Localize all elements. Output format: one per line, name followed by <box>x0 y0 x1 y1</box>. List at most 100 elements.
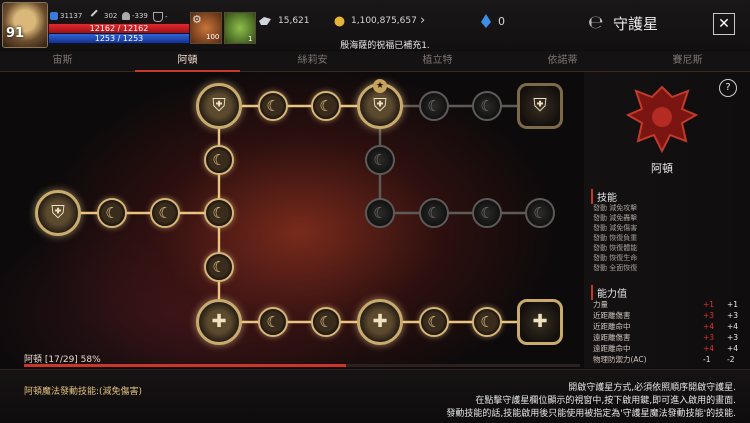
guardian-star-emblem-icon: ℮ <box>588 12 604 33</box>
crescent-moon-icon: ☾ <box>427 313 441 331</box>
tab-yinuodi[interactable]: 依諾蒂 <box>500 51 625 71</box>
blue-gem-icon <box>481 14 491 28</box>
close-button[interactable]: ✕ <box>713 13 735 35</box>
guardian-node-active[interactable]: ☾ <box>419 307 449 337</box>
stat-item-c: -339 <box>122 12 148 20</box>
gem-currency: 0 <box>480 10 520 32</box>
guardian-node-locked[interactable]: ☾ <box>365 145 395 175</box>
tab-saynis[interactable]: 賽尼斯 <box>625 51 750 71</box>
mp-bar: 1253 / 1253 <box>48 33 190 44</box>
guardian-node-major-locked[interactable]: ⛨ <box>517 83 563 129</box>
stat-value-b: 302 <box>104 12 118 20</box>
crescent-moon-icon: ☾ <box>373 151 387 169</box>
stat-value: +3 <box>727 311 739 320</box>
guardian-node-major[interactable]: ✚ <box>357 299 403 345</box>
guardian-node-active[interactable]: ☾ <box>97 198 127 228</box>
crescent-moon-icon: ☾ <box>105 204 119 222</box>
top-status-bar: 91 31137 302 -339 - 12162 / 12162 1253 /… <box>0 0 750 51</box>
guardian-node-locked[interactable]: ☾ <box>365 198 395 228</box>
shield-emblem-icon: ⛨ <box>533 95 547 116</box>
stat-value: +4 <box>727 322 739 331</box>
guardian-node-locked[interactable]: ☾ <box>525 198 555 228</box>
trophy-icon <box>153 12 163 22</box>
sword-icon <box>90 9 104 23</box>
crescent-moon-icon: ☾ <box>373 204 387 222</box>
stat-diff: -1 <box>703 355 711 364</box>
gold-coin-icon <box>334 16 345 26</box>
guardian-node-active[interactable]: ☾ <box>204 145 234 175</box>
crescent-moon-icon: ☾ <box>212 204 226 222</box>
quick-slot-potion-count: 100 <box>206 33 220 41</box>
crescent-moon-icon: ☾ <box>212 258 226 276</box>
crescent-moon-icon: ☾ <box>212 151 226 169</box>
instruction-line: 開啟守護星方式,必須依照順序開啟守護星. <box>568 383 736 393</box>
crescent-moon-icon: ☾ <box>158 204 172 222</box>
stat-diff: +4 <box>703 344 715 353</box>
guardian-node-active[interactable]: ☾ <box>311 91 341 121</box>
guardian-node-locked[interactable]: ☾ <box>419 91 449 121</box>
gold-amount: 1,100,875,657 <box>351 16 417 26</box>
guardian-node-locked[interactable]: ☾ <box>419 198 449 228</box>
stat-name: 近距離命中 <box>593 322 631 331</box>
stat-name: 物理防禦力(AC) <box>593 355 647 364</box>
skill-item: 發動 恢復體能 <box>593 244 638 252</box>
stat-diff: +3 <box>703 333 715 342</box>
help-icon[interactable]: ? <box>719 79 737 97</box>
crystal-currency: 15,621 <box>258 10 328 32</box>
cross-emblem-icon: ✚ <box>532 311 548 332</box>
crescent-moon-icon: ☾ <box>480 313 494 331</box>
guardian-node-active[interactable]: ☾ <box>204 198 234 228</box>
stat-diff: +4 <box>703 322 715 331</box>
crystal-amount: 15,621 <box>278 16 310 26</box>
guardian-node-active[interactable]: ☾ <box>258 307 288 337</box>
crystal-icon <box>259 17 271 25</box>
guardian-node-active[interactable]: ☾ <box>258 91 288 121</box>
guardian-node-locked[interactable]: ☾ <box>472 91 502 121</box>
stat-diff: +1 <box>703 300 715 309</box>
guardian-crest-icon <box>625 85 699 154</box>
crescent-moon-icon: ☾ <box>266 97 280 115</box>
skill-item: 發動 減免攻擊 <box>593 204 638 212</box>
cross-emblem-icon: ✚ <box>372 311 388 332</box>
stat-value-d: - <box>165 13 168 21</box>
window-title: 守護星 <box>613 15 659 33</box>
stat-item-d: - <box>153 12 168 22</box>
gear-icon[interactable]: ⚙ <box>192 13 202 26</box>
chevron-right-icon[interactable]: › <box>420 13 425 28</box>
progress-bar <box>24 364 580 367</box>
tab-zhilite[interactable]: 植立特 <box>375 51 500 71</box>
crescent-moon-icon: ☾ <box>266 313 280 331</box>
skill-item: 發動 全面恢復 <box>593 264 638 272</box>
tab-aden[interactable]: 阿頓 <box>125 51 250 72</box>
stat-item-b: 302 <box>90 9 118 23</box>
guardian-node-major[interactable]: ✚ <box>196 299 242 345</box>
guardian-node-major[interactable]: ⛨ <box>35 190 81 236</box>
hp-text: 12162 / 12162 <box>89 24 149 33</box>
guardian-node-active[interactable]: ☾ <box>150 198 180 228</box>
magic-skill-info: 阿頓魔法發動技能:(減免傷害) <box>24 387 143 397</box>
skills-section-title: 技能 <box>591 189 617 204</box>
skill-item: 發動 恢復負重 <box>593 234 638 242</box>
tab-zeus[interactable]: 宙斯 <box>0 51 125 71</box>
guardian-name: 阿頓 <box>651 162 673 175</box>
guardian-node-active[interactable]: ☾ <box>311 307 341 337</box>
stat-value: +3 <box>727 333 739 342</box>
guardian-node-major[interactable]: ⛨ <box>196 83 242 129</box>
combat-power-icon <box>50 12 58 20</box>
stat-value: -2 <box>727 355 735 364</box>
tab-silian[interactable]: 絲莉安 <box>250 51 375 71</box>
guardian-node-locked[interactable]: ☾ <box>472 198 502 228</box>
crescent-moon-icon: ☾ <box>533 204 547 222</box>
guardian-node-active[interactable]: ☾ <box>472 307 502 337</box>
skill-item: 發動 恢復生命 <box>593 254 638 262</box>
shield-emblem-icon: ⛨ <box>51 202 65 223</box>
instruction-line: 發動技能的話,技能啟用後只能使用被指定為'守護星魔法發動技能'的技能. <box>446 409 736 419</box>
stat-name: 遠距離命中 <box>593 344 631 353</box>
character-portrait[interactable] <box>2 2 48 48</box>
constellation-board: ⛨ ☾ ☾ ⛨ ☾ ☾ ⛨ ☾ ☾ ⛨ ☾ ☾ ☾ ☾ ☾ ☾ ☾ ☾ ✚ ☾ … <box>0 72 584 368</box>
helmet-icon <box>122 12 130 20</box>
stat-value: +1 <box>727 300 739 309</box>
guardian-node-major[interactable]: ✚ <box>517 299 563 345</box>
guardian-node-active[interactable]: ☾ <box>204 252 234 282</box>
gem-amount: 0 <box>498 14 505 28</box>
